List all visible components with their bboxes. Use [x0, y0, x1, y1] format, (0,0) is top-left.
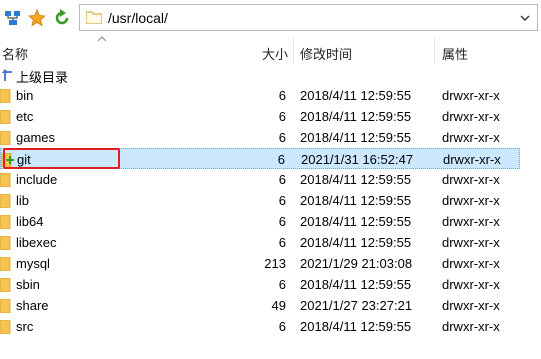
file-size: 6: [278, 319, 286, 334]
path-input[interactable]: /usr/local/: [79, 4, 538, 31]
file-permissions: drwxr-xr-x: [442, 109, 500, 124]
file-name: bin: [16, 88, 34, 103]
col-modified[interactable]: 修改时间: [300, 44, 352, 63]
file-modified: 2018/4/11 12:59:55: [300, 88, 412, 103]
file-permissions: drwxr-xr-x: [442, 88, 500, 103]
file-modified: 2018/4/11 12:59:55: [300, 109, 412, 124]
file-permissions: drwxr-xr-x: [442, 256, 500, 271]
favorites-star-icon[interactable]: [28, 9, 46, 27]
table-row[interactable]: mysql 213 2021/1/29 21:03:08 drwxr-xr-x: [0, 253, 520, 274]
file-name: etc: [16, 109, 34, 124]
file-name: include: [16, 172, 58, 187]
file-modified: 2018/4/11 12:59:55: [300, 130, 412, 145]
refresh-icon[interactable]: [53, 9, 71, 27]
file-name: games: [16, 130, 56, 145]
folder-icon: [0, 320, 11, 334]
table-row[interactable]: lib 6 2018/4/11 12:59:55 drwxr-xr-x: [0, 190, 520, 211]
folder-icon: [0, 131, 11, 145]
file-modified: 2021/1/29 21:03:08: [300, 256, 413, 271]
file-size: 6: [278, 109, 286, 124]
toolbar: /usr/local/: [0, 0, 541, 36]
column-divider[interactable]: [434, 38, 435, 64]
file-size: 49: [271, 298, 286, 313]
folder-icon: [0, 89, 11, 103]
parent-directory-row[interactable]: 上级目录: [0, 64, 520, 85]
folder-icon: [86, 11, 102, 24]
file-modified: 2021/1/27 23:27:21: [300, 298, 413, 313]
file-permissions: drwxr-xr-x: [442, 193, 500, 208]
table-row[interactable]: lib64 6 2018/4/11 12:59:55 drwxr-xr-x: [0, 211, 520, 232]
table-row[interactable]: bin 6 2018/4/11 12:59:55 drwxr-xr-x: [0, 85, 520, 106]
parent-directory-label: 上级目录: [16, 70, 69, 85]
table-row[interactable]: etc 6 2018/4/11 12:59:55 drwxr-xr-x: [0, 106, 520, 127]
file-size: 213: [264, 256, 286, 271]
folder-icon: [0, 257, 11, 271]
file-size: 6: [278, 130, 286, 145]
file-name: src: [16, 319, 34, 334]
file-permissions: drwxr-xr-x: [442, 235, 500, 250]
file-permissions: drwxr-xr-x: [442, 319, 500, 334]
file-modified: 2021/1/31 16:52:47: [301, 152, 414, 167]
column-header: 名称 大小 修改时间 属性: [0, 38, 541, 64]
table-row[interactable]: libexec 6 2018/4/11 12:59:55 drwxr-xr-x: [0, 232, 520, 253]
chevron-down-icon[interactable]: [519, 12, 531, 24]
file-modified: 2018/4/11 12:59:55: [300, 319, 412, 334]
file-size: 6: [278, 235, 286, 250]
file-permissions: drwxr-xr-x: [443, 152, 501, 167]
file-size: 6: [278, 88, 286, 103]
file-size: 6: [278, 172, 286, 187]
folder-icon: [0, 299, 11, 313]
table-row[interactable]: include 6 2018/4/11 12:59:55 drwxr-xr-x: [0, 169, 520, 190]
file-name: libexec: [16, 235, 57, 250]
file-name: mysql: [16, 256, 50, 271]
up-arrow-icon: [2, 69, 12, 81]
file-name: lib: [16, 193, 30, 208]
file-permissions: drwxr-xr-x: [442, 277, 500, 292]
file-modified: 2018/4/11 12:59:55: [300, 277, 412, 292]
table-row[interactable]: src 6 2018/4/11 12:59:55 drwxr-xr-x: [0, 316, 520, 337]
file-size: 6: [277, 152, 285, 167]
column-divider[interactable]: [293, 38, 294, 64]
file-modified: 2018/4/11 12:59:55: [300, 235, 412, 250]
col-name[interactable]: 名称: [2, 44, 28, 63]
folder-icon: [0, 173, 11, 187]
file-permissions: drwxr-xr-x: [442, 214, 500, 229]
file-name: lib64: [16, 214, 44, 229]
folder-icon: [0, 110, 11, 124]
file-modified: 2018/4/11 12:59:55: [300, 193, 412, 208]
scrollbar[interactable]: [521, 64, 541, 359]
folder-icon: [0, 194, 11, 208]
file-size: 6: [278, 277, 286, 292]
file-name: share: [16, 298, 49, 313]
file-size: 6: [278, 193, 286, 208]
file-permissions: drwxr-xr-x: [442, 130, 500, 145]
col-size[interactable]: 大小: [262, 44, 288, 63]
table-row[interactable]: sbin 6 2018/4/11 12:59:55 drwxr-xr-x: [0, 274, 520, 295]
file-size: 6: [278, 214, 286, 229]
file-modified: 2018/4/11 12:59:55: [300, 214, 412, 229]
table-row[interactable]: games 6 2018/4/11 12:59:55 drwxr-xr-x: [0, 127, 520, 148]
file-permissions: drwxr-xr-x: [442, 298, 500, 313]
col-attributes[interactable]: 属性: [442, 44, 468, 63]
folder-icon: [0, 278, 11, 292]
folder-icon: [0, 236, 11, 250]
path-text: /usr/local/: [108, 10, 168, 26]
folder-icon: [0, 215, 11, 229]
network-drive-icon[interactable]: [4, 9, 22, 27]
file-permissions: drwxr-xr-x: [442, 172, 500, 187]
table-row[interactable]: share 49 2021/1/27 23:27:21 drwxr-xr-x: [0, 295, 520, 316]
file-modified: 2018/4/11 12:59:55: [300, 172, 412, 187]
annotation-highlight: [3, 148, 120, 169]
file-name: sbin: [16, 277, 40, 292]
